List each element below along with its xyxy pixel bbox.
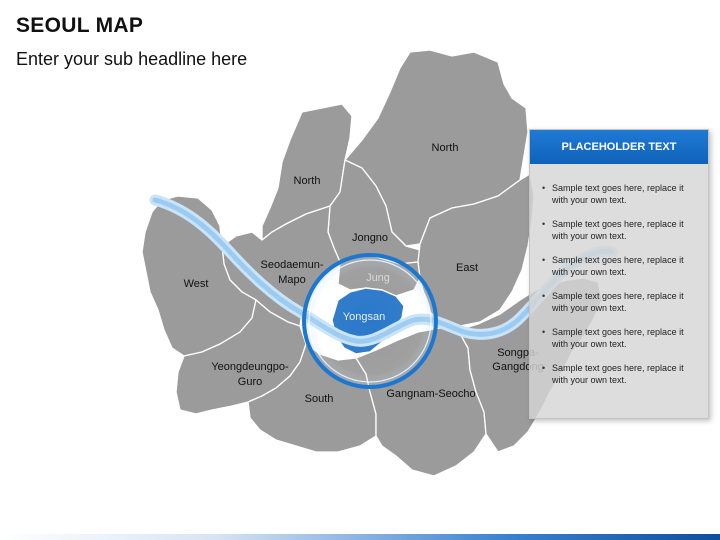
panel-header: PLACEHOLDER TEXT [530,130,708,164]
label-seodaemun: Seodaemun- [261,259,324,271]
label-north-east: North [432,142,459,154]
label-west: West [184,278,209,290]
label-east: East [456,262,478,274]
list-item: Sample text goes here, replace it with y… [540,326,700,350]
bottom-accent-bar [0,534,720,540]
label-north-west: North [294,175,321,187]
label-south: South [305,393,334,405]
list-item: Sample text goes here, replace it with y… [540,218,700,242]
label-yeongdeungpo: Yeongdeungpo- [211,361,289,373]
label-guro: Guro [238,376,262,388]
list-item: Sample text goes here, replace it with y… [540,290,700,314]
label-jung: Jung [366,272,390,284]
label-gangnam-seocho: Gangnam-Seocho [386,388,475,400]
placeholder-panel: PLACEHOLDER TEXT Sample text goes here, … [529,129,709,419]
label-mapo: Mapo [278,274,306,286]
label-yongsan: Yongsan [343,311,385,323]
list-item: Sample text goes here, replace it with y… [540,362,700,386]
list-item: Sample text goes here, replace it with y… [540,254,700,278]
label-jongno: Jongno [352,232,388,244]
panel-list: Sample text goes here, replace it with y… [530,164,708,386]
list-item: Sample text goes here, replace it with y… [540,182,700,206]
